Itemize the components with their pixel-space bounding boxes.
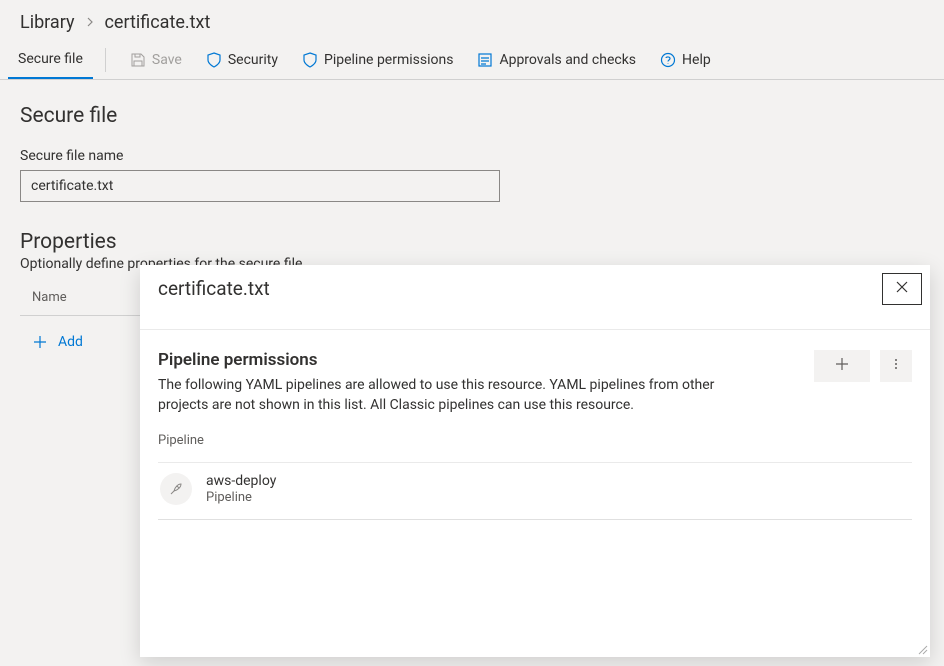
divider — [105, 48, 106, 72]
help-icon — [660, 52, 676, 68]
breadcrumb: Library certificate.txt — [0, 0, 944, 41]
page-title: Secure file — [20, 104, 924, 128]
pipeline-name: aws-deploy — [206, 473, 276, 489]
security-label: Security — [228, 52, 278, 68]
save-icon — [130, 52, 146, 68]
resize-grip-icon[interactable] — [914, 641, 928, 655]
toolbar: Secure file Save Security Pipeline permi… — [0, 41, 944, 80]
save-button[interactable]: Save — [118, 42, 194, 78]
pipeline-permissions-label: Pipeline permissions — [324, 52, 453, 68]
security-button[interactable]: Security — [194, 42, 290, 78]
pipeline-column-label: Pipeline — [158, 433, 912, 448]
more-vertical-icon — [889, 357, 903, 375]
permissions-title: Pipeline permissions — [158, 350, 738, 370]
shield-icon — [206, 52, 222, 68]
permissions-description: The following YAML pipelines are allowed… — [158, 376, 738, 415]
field-label: Secure file name — [20, 148, 924, 164]
properties-title: Properties — [20, 230, 924, 254]
breadcrumb-root[interactable]: Library — [20, 12, 75, 33]
pipeline-row[interactable]: aws-deploy Pipeline — [158, 462, 912, 519]
pipeline-permissions-dialog: certificate.txt Pipeline permissions The… — [140, 265, 930, 657]
add-pipeline-button[interactable] — [814, 350, 870, 382]
rocket-icon — [160, 473, 192, 505]
add-label: Add — [58, 334, 83, 350]
shield-icon — [302, 52, 318, 68]
tab-secure-file[interactable]: Secure file — [8, 41, 93, 79]
permissions-actions — [814, 350, 912, 382]
dialog-body: Pipeline permissions The following YAML … — [140, 329, 930, 532]
secure-file-name-input[interactable] — [20, 170, 500, 202]
permissions-header: Pipeline permissions The following YAML … — [158, 350, 912, 415]
pipeline-list: aws-deploy Pipeline — [158, 462, 912, 520]
save-label: Save — [152, 52, 182, 68]
close-icon — [895, 280, 909, 298]
approvals-label: Approvals and checks — [499, 52, 636, 68]
chevron-right-icon — [85, 15, 95, 31]
plus-icon — [32, 334, 48, 350]
dialog-title: certificate.txt — [158, 273, 270, 300]
checklist-icon — [477, 52, 493, 68]
plus-icon — [835, 357, 849, 375]
approvals-button[interactable]: Approvals and checks — [465, 42, 648, 78]
dialog-close-button[interactable] — [882, 273, 922, 305]
dialog-header: certificate.txt — [140, 265, 930, 305]
help-label: Help — [682, 52, 711, 68]
breadcrumb-current: certificate.txt — [105, 12, 211, 33]
more-actions-button[interactable] — [880, 350, 912, 382]
pipeline-type: Pipeline — [206, 490, 276, 505]
help-button[interactable]: Help — [648, 42, 723, 78]
pipeline-permissions-button[interactable]: Pipeline permissions — [290, 42, 465, 78]
